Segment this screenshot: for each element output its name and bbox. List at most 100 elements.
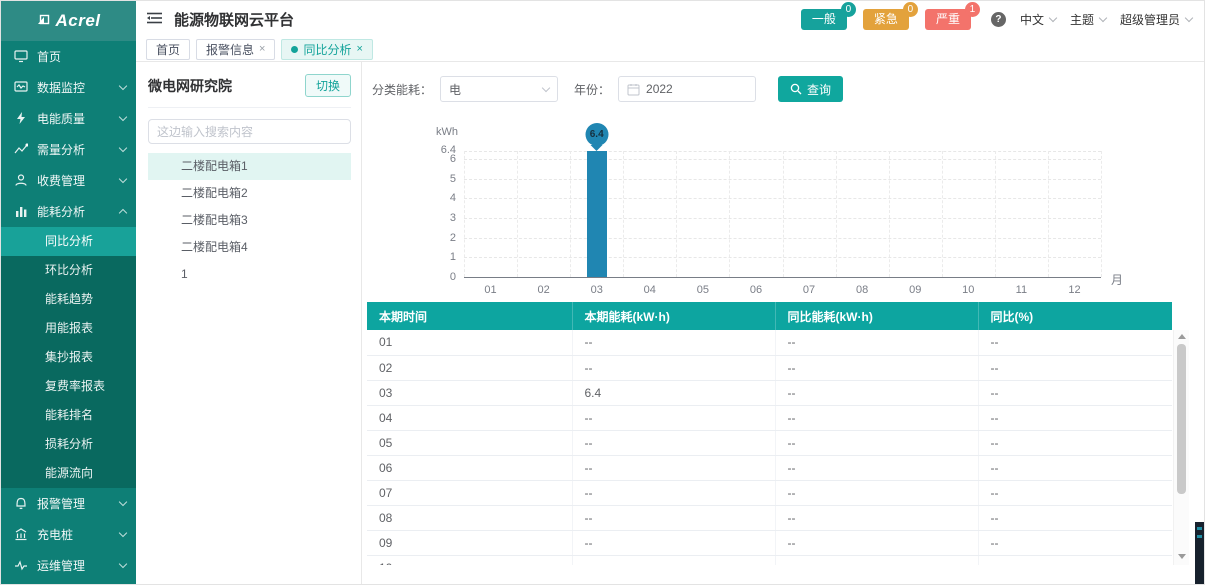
y-axis-unit-label: kWh bbox=[436, 126, 458, 138]
sidebar-item-data-monitor[interactable]: 数据监控 bbox=[1, 72, 136, 103]
sidebar-item-label: 收费管理 bbox=[37, 174, 86, 188]
page-title: 能源物联网云平台 bbox=[174, 11, 295, 29]
sidebar-item-home[interactable]: 首页 bbox=[1, 41, 136, 72]
app-window: Acrel 首页 数据监控 电能质量 需量分析 收费管理 能耗分析 同比分析 环比分析 能耗趋势… bbox=[0, 0, 1205, 585]
alarm-badge-critical[interactable]: 严重 1 bbox=[924, 1, 980, 30]
year-label: 年份： bbox=[574, 82, 611, 97]
tree-item[interactable]: 二楼配电箱1 bbox=[148, 153, 351, 180]
gridline-v bbox=[1047, 151, 1049, 277]
table-header-cell: 同比(%) bbox=[978, 302, 1172, 330]
tree-item[interactable]: 二楼配电箱2 bbox=[148, 180, 351, 207]
table-cell: -- bbox=[978, 355, 1172, 381]
x-axis-line bbox=[464, 277, 1101, 278]
search-icon bbox=[790, 83, 802, 95]
gridline-v bbox=[782, 151, 784, 277]
sidebar-item-charging-pile[interactable]: 充电桩 bbox=[1, 519, 136, 550]
sidebar-item-ops-management[interactable]: 运维管理 bbox=[1, 550, 136, 581]
gridline-v bbox=[994, 151, 996, 277]
scroll-up-icon[interactable] bbox=[1177, 334, 1186, 339]
x-axis-tick-label: 04 bbox=[643, 284, 656, 296]
sidebar-subitem-energy-report[interactable]: 用能报表 bbox=[1, 314, 136, 343]
scrollbar-thumb[interactable] bbox=[1177, 344, 1186, 494]
table-scrollbar[interactable] bbox=[1173, 330, 1189, 565]
alarm-badge-label: 一般 bbox=[811, 11, 836, 26]
gridline-v bbox=[888, 151, 890, 277]
table-cell: -- bbox=[775, 330, 979, 356]
table-cell: -- bbox=[978, 530, 1172, 556]
gridline-v bbox=[1101, 151, 1102, 277]
x-axis-tick-label: 02 bbox=[537, 284, 550, 296]
x-axis-tick-label: 05 bbox=[696, 284, 709, 296]
gridline-v bbox=[464, 151, 465, 277]
y-axis-tick-label: 4 bbox=[449, 192, 456, 205]
query-button[interactable]: 查询 bbox=[778, 76, 844, 102]
logo-text: Acrel bbox=[55, 11, 101, 30]
tree-item[interactable]: 1 bbox=[148, 261, 351, 288]
theme-label: 主题 bbox=[1069, 12, 1094, 27]
sidebar-item-demand-analysis[interactable]: 需量分析 bbox=[1, 134, 136, 165]
user-dropdown[interactable]: 超级管理员 bbox=[1120, 11, 1194, 28]
help-icon[interactable]: ? bbox=[990, 11, 1006, 27]
table-cell: -- bbox=[775, 380, 979, 406]
floating-widget[interactable] bbox=[1195, 522, 1204, 584]
header-right: 一般 0 紧急 0 严重 1 ? 中文 主题 超级管理员 bbox=[800, 1, 1194, 30]
table-cell: -- bbox=[775, 455, 979, 481]
sidebar-subitem-yoy-analysis[interactable]: 同比分析 bbox=[1, 227, 136, 256]
filter-bar: 分类能耗： 电 年份： 2022 查询 bbox=[362, 62, 1204, 102]
sidebar-menu: 首页 数据监控 电能质量 需量分析收费管理能耗分析同比分析 环比分析 能耗趋势 用能报表 集抄… bbox=[1, 41, 136, 581]
chart-bar-03[interactable] bbox=[586, 151, 607, 277]
language-dropdown[interactable]: 中文 bbox=[1020, 11, 1058, 28]
sidebar-subitem-meter-reading-report[interactable]: 集抄报表 bbox=[1, 343, 136, 372]
sidebar-item-alarm-management[interactable]: 报警管理 bbox=[1, 488, 136, 519]
sidebar-subitem-loss-analysis[interactable]: 损耗分析 bbox=[1, 430, 136, 459]
chevron-up-icon bbox=[118, 208, 128, 218]
sidebar-item-fee-management[interactable]: 收费管理 bbox=[1, 165, 136, 196]
table-cell: 6.4 bbox=[572, 380, 776, 406]
table-cell: 05 bbox=[367, 430, 573, 456]
tree-item[interactable]: 二楼配电箱4 bbox=[148, 234, 351, 261]
year-input[interactable]: 2022 bbox=[618, 76, 757, 102]
table-cell: -- bbox=[572, 405, 776, 431]
alarm-badge-general[interactable]: 一般 0 bbox=[800, 1, 856, 30]
sidebar-subitem-tariff-report[interactable]: 复费率报表 bbox=[1, 372, 136, 401]
sidebar-subitem-energy-trend[interactable]: 能耗趋势 bbox=[1, 285, 136, 314]
table-cell: -- bbox=[978, 330, 1172, 356]
x-axis-tick-label: 01 bbox=[484, 284, 497, 296]
x-axis-tick-label: 08 bbox=[856, 284, 869, 296]
alarm-icon bbox=[14, 496, 29, 511]
collapse-menu-icon[interactable] bbox=[146, 10, 164, 28]
table-cell: 08 bbox=[367, 505, 573, 531]
fee-management-icon bbox=[14, 173, 29, 188]
table-cell: -- bbox=[978, 380, 1172, 406]
tab-alarm-info[interactable]: 报警信息 × bbox=[196, 38, 276, 60]
category-select[interactable]: 电 bbox=[440, 76, 559, 102]
close-icon[interactable]: × bbox=[259, 43, 265, 55]
table-row: 07 -- -- -- bbox=[367, 480, 1172, 506]
alarm-badge-label: 严重 bbox=[935, 11, 960, 26]
tab-home[interactable]: 首页 bbox=[146, 38, 191, 60]
alarm-badge-urgent[interactable]: 紧急 0 bbox=[862, 1, 918, 30]
tree-search-input[interactable] bbox=[148, 119, 351, 144]
tab-label: 同比分析 bbox=[303, 42, 352, 57]
category-value: 电 bbox=[449, 82, 462, 97]
sidebar-item-power-quality[interactable]: 电能质量 bbox=[1, 103, 136, 134]
sidebar-subitem-energy-flow[interactable]: 能源流向 bbox=[1, 459, 136, 488]
close-icon[interactable]: × bbox=[356, 43, 362, 55]
table-cell: -- bbox=[978, 455, 1172, 481]
x-axis-tick-label: 10 bbox=[962, 284, 975, 296]
sidebar-item-label: 能耗分析 bbox=[37, 205, 86, 219]
sidebar-item-energy-analysis[interactable]: 能耗分析 bbox=[1, 196, 136, 227]
switch-button[interactable]: 切换 bbox=[304, 74, 351, 97]
sidebar-subitem-energy-ranking[interactable]: 能耗排名 bbox=[1, 401, 136, 430]
scroll-down-icon[interactable] bbox=[1177, 554, 1186, 559]
table-cell: -- bbox=[572, 505, 776, 531]
table-header-cell: 本期时间 bbox=[367, 302, 573, 330]
table-cell: -- bbox=[978, 405, 1172, 431]
chevron-down-icon bbox=[1048, 13, 1058, 22]
theme-dropdown[interactable]: 主题 bbox=[1069, 11, 1108, 28]
sidebar-subitem-mom-analysis[interactable]: 环比分析 bbox=[1, 256, 136, 285]
table-body: 01 -- -- -- 02 -- -- -- 03 6.4 -- -- 04 -- -- -- 05 -- -- -… bbox=[367, 330, 1172, 565]
tab-yoy-analysis[interactable]: 同比分析 × bbox=[281, 38, 373, 60]
tree-item[interactable]: 二楼配电箱3 bbox=[148, 207, 351, 234]
alarm-badge-count: 0 bbox=[902, 1, 918, 17]
